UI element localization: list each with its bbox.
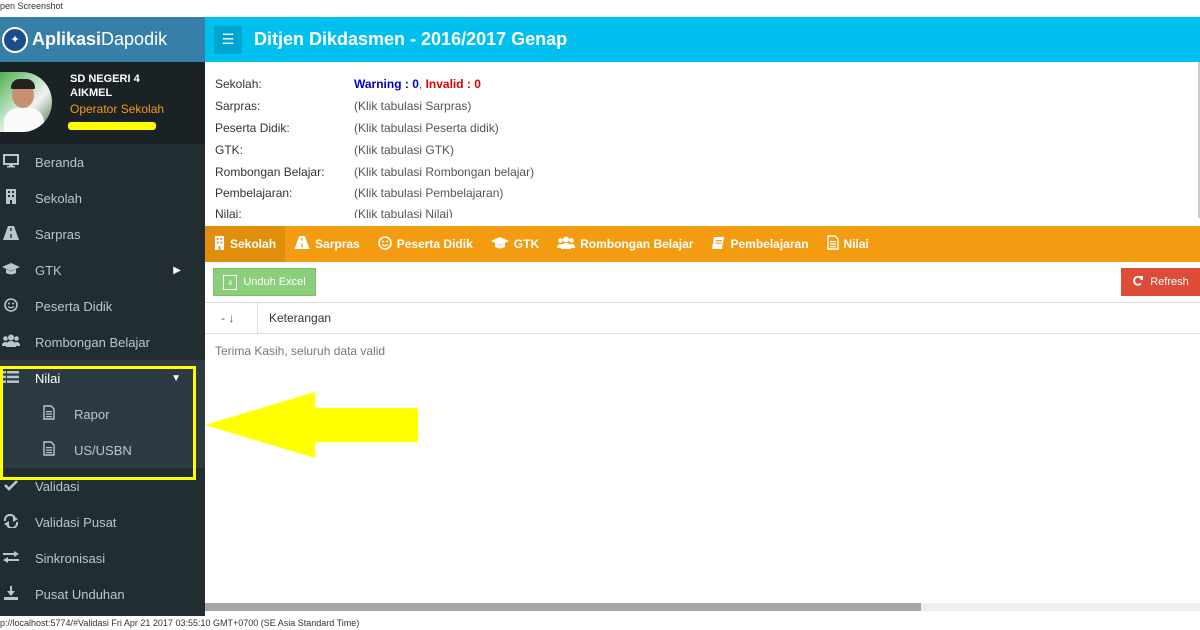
top-header: ☰ Ditjen Dikdasmen - 2016/2017 Genap — [205, 17, 1200, 62]
caret-down-icon: ▼ — [171, 372, 181, 384]
sidebar-item-gtk[interactable]: GTK ▶ — [0, 252, 205, 288]
download-excel-button[interactable]: x Unduh Excel — [213, 268, 316, 296]
refresh-button[interactable]: Refresh — [1121, 268, 1200, 296]
sync-icon — [2, 550, 20, 566]
refresh-icon — [1132, 275, 1144, 290]
validation-summary-panel: Sekolah: Warning : 0, Invalid : 0 Sarpra… — [205, 62, 1199, 218]
chevron-right-icon: ▶ — [173, 264, 181, 276]
book-icon — [711, 236, 725, 253]
validation-tabs: Sekolah Sarpras Peserta Didik GTK Rombon… — [205, 226, 1200, 262]
sidebar-item-rombongan-belajar[interactable]: Rombongan Belajar — [0, 324, 205, 360]
tab-nilai[interactable]: Nilai — [818, 226, 878, 262]
avatar — [0, 72, 52, 132]
tab-gtk[interactable]: GTK — [482, 226, 548, 262]
users-icon — [2, 334, 20, 350]
user-role: Operator Sekolah — [70, 102, 165, 116]
redaction-mark — [68, 122, 156, 130]
tab-peserta-didik[interactable]: Peserta Didik — [369, 226, 482, 262]
sidebar-item-sekolah[interactable]: Sekolah — [0, 180, 205, 216]
building-icon — [214, 235, 225, 253]
brand-text: AplikasiDapodik — [32, 29, 168, 49]
graduation-cap-icon — [490, 236, 509, 252]
building-icon — [2, 189, 20, 207]
horizontal-scrollbar[interactable] — [205, 603, 1200, 611]
check-icon — [2, 478, 20, 494]
menu-toggle-button[interactable]: ☰ — [214, 25, 242, 54]
tab-rombongan-belajar[interactable]: Rombongan Belajar — [548, 226, 702, 262]
user-school-name: SD NEGERI 4 AIKMEL — [70, 73, 140, 99]
tab-sekolah[interactable]: Sekolah — [205, 226, 286, 262]
info-row-nilai: Nilai: (Klik tabulasi Nilai) — [215, 207, 453, 218]
sidebar-item-validasi[interactable]: Validasi — [0, 468, 205, 504]
smile-icon — [377, 235, 392, 253]
sidebar-item-peserta-didik[interactable]: Peserta Didik — [0, 288, 205, 324]
grid-empty-message: Terima Kasih, seluruh data valid — [215, 344, 386, 358]
tut-wuri-logo-icon: ✦ — [2, 26, 28, 53]
page-title: Ditjen Dikdasmen - 2016/2017 Genap — [254, 29, 568, 49]
column-header-keterangan[interactable]: Keterangan — [269, 311, 331, 325]
sidebar-menu: Beranda Sekolah Sarpras GTK ▶ Peserta Di… — [0, 144, 205, 612]
sidebar: ✦ AplikasiDapodik SD NEGERI 4 AIKMEL Oper… — [0, 17, 205, 616]
users-icon — [557, 236, 576, 252]
tab-sarpras[interactable]: Sarpras — [285, 226, 369, 262]
invalid-count: Invalid : 0 — [425, 77, 481, 91]
sidebar-subitem-us-usbn[interactable]: US/USBN — [0, 432, 205, 468]
road-icon — [294, 236, 310, 252]
file-icon — [40, 441, 58, 459]
smile-icon — [2, 297, 20, 315]
status-url: p://localhost:5774/#Validasi Fri Apr 21 … — [0, 616, 1200, 630]
hamburger-icon: ☰ — [221, 31, 235, 47]
warning-count: Warning : 0 — [354, 77, 419, 91]
excel-file-icon: x — [223, 274, 238, 290]
nilai-submenu: Rapor US/USBN — [0, 396, 205, 468]
grid-header: - ↓ Keterangan — [205, 302, 1200, 334]
graduation-cap-icon — [2, 262, 20, 278]
yellow-arrow-annotation — [205, 392, 418, 458]
user-panel: SD NEGERI 4 AIKMEL Operator Sekolah — [0, 62, 205, 144]
exchange-icon — [2, 513, 20, 531]
sidebar-subitem-rapor[interactable]: Rapor — [0, 396, 205, 432]
list-icon — [2, 370, 20, 386]
sidebar-item-pusat-unduhan[interactable]: Pusat Unduhan — [0, 576, 205, 612]
monitor-icon — [2, 153, 20, 171]
info-row-gtk: GTK: (Klik tabulasi GTK) — [215, 143, 455, 157]
file-icon — [40, 405, 58, 423]
sidebar-item-nilai[interactable]: Nilai ▼ — [0, 360, 205, 396]
info-row-rombongan-belajar: Rombongan Belajar: (Klik tabulasi Rombong… — [215, 165, 535, 179]
brand[interactable]: ✦ AplikasiDapodik — [0, 17, 205, 62]
scrollbar-thumb[interactable] — [205, 603, 921, 611]
sidebar-item-sinkronisasi[interactable]: Sinkronisasi — [0, 540, 205, 576]
info-row-pembelajaran: Pembelajaran: (Klik tabulasi Pembelajaran… — [215, 186, 504, 200]
road-icon — [2, 225, 20, 243]
info-row-peserta-didik: Peserta Didik: (Klik tabulasi Peserta did… — [215, 121, 499, 135]
download-icon — [2, 585, 20, 603]
info-row-sekolah: Sekolah: Warning : 0, Invalid : 0 — [215, 77, 481, 91]
sort-column-header[interactable]: - ↓ — [205, 303, 258, 333]
file-icon — [826, 235, 839, 253]
tab-pembelajaran[interactable]: Pembelajaran — [702, 226, 817, 262]
sidebar-item-beranda[interactable]: Beranda — [0, 144, 205, 180]
window-caption: pen Screenshot — [0, 0, 1200, 17]
sidebar-item-validasi-pusat[interactable]: Validasi Pusat — [0, 504, 205, 540]
info-row-sarpras: Sarpras: (Klik tabulasi Sarpras) — [215, 99, 472, 113]
sidebar-item-sarpras[interactable]: Sarpras — [0, 216, 205, 252]
